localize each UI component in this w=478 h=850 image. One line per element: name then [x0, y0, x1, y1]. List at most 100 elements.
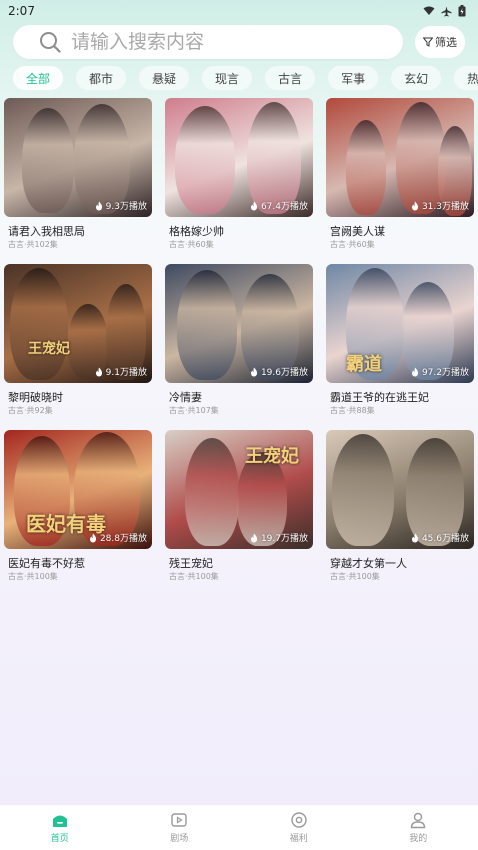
drama-card[interactable]: 王宠妃 9.1万播放黎明破晓时 古言·共92集 [4, 264, 152, 430]
drama-title[interactable]: 请君入我相思局 [8, 223, 85, 239]
drama-meta: 古言·共100集 [330, 572, 380, 581]
search-input[interactable] [71, 31, 371, 53]
category-tabs: 全部 都市 悬疑 现言 古言 军事 玄幻 热 [13, 66, 478, 90]
drama-title[interactable]: 医妃有毒不好惹 [8, 555, 85, 571]
play-count: 28.8万播放 [89, 531, 147, 544]
play-count-label: 31.3万播放 [421, 202, 469, 212]
drama-title[interactable]: 格格嫁少帅 [169, 223, 224, 239]
nav-theater-label: 剧场 [170, 834, 189, 844]
poster-figure [22, 108, 74, 213]
search-box[interactable] [13, 25, 403, 59]
tab-fantasy[interactable]: 玄幻 [391, 66, 442, 90]
play-count-label: 9.1万播放 [105, 368, 147, 378]
user-icon [411, 812, 426, 829]
drama-title[interactable]: 残王宠妃 [169, 555, 213, 571]
nav-home-label: 首页 [50, 834, 69, 844]
battery-icon [458, 5, 466, 17]
drama-meta: 古言·共60集 [330, 240, 375, 249]
status-time: 2:07 [8, 4, 35, 18]
poster-title-art: 王宠妃 [28, 341, 70, 357]
drama-meta: 古言·共107集 [169, 406, 219, 415]
drama-title[interactable]: 宫阙美人谋 [330, 223, 385, 239]
drama-poster[interactable]: 31.3万播放 [326, 98, 474, 217]
drama-title[interactable]: 霸道王爷的在逃王妃 [330, 389, 429, 405]
nav-welfare-label: 福利 [289, 834, 308, 844]
nav-home[interactable]: 首页 [0, 811, 119, 844]
play-count: 67.4万播放 [250, 199, 308, 212]
play-count-label: 67.4万播放 [260, 202, 308, 212]
drama-poster[interactable]: 67.4万播放 [165, 98, 313, 217]
drama-poster[interactable]: 医妃有毒 28.8万播放 [4, 430, 152, 549]
tab-modern-romance[interactable]: 现言 [202, 66, 253, 90]
drama-meta: 古言·共100集 [8, 572, 58, 581]
flame-icon [89, 533, 97, 542]
drama-card[interactable]: 9.3万播放 请君入我相思局 古言·共102集 [4, 98, 152, 264]
gift-icon [291, 812, 307, 828]
tab-suspense[interactable]: 悬疑 [139, 66, 190, 90]
drama-meta: 古言·共88集 [330, 406, 375, 415]
flame-icon [95, 201, 102, 210]
nav-theater[interactable]: 剧场 [120, 811, 239, 844]
filter-button[interactable]: 筛选 [415, 26, 465, 58]
search-icon [39, 31, 61, 53]
drama-title[interactable]: 冷情妻 [169, 389, 202, 405]
nav-welfare[interactable]: 福利 [239, 811, 358, 844]
poster-figure [406, 438, 464, 546]
drama-card[interactable]: 王宠妃 19.7万播放残王宠妃 古言·共100集 [165, 430, 313, 596]
status-icons [423, 5, 466, 17]
poster-figure [346, 120, 386, 215]
poster-figure [247, 102, 301, 214]
drama-card[interactable]: 67.4万播放格格嫁少帅 古言·共60集 [165, 98, 313, 264]
drama-card[interactable]: 19.6万播放冷情妻 古言·共107集 [165, 264, 313, 430]
poster-title-art: 王宠妃 [245, 446, 299, 467]
play-count: 9.1万播放 [95, 365, 147, 378]
flame-icon [250, 367, 258, 376]
drama-meta: 古言·共60集 [169, 240, 214, 249]
flame-icon [411, 367, 419, 376]
drama-poster[interactable]: 王宠妃 19.7万播放 [165, 430, 313, 549]
poster-figure [10, 268, 68, 380]
tab-military[interactable]: 军事 [328, 66, 379, 90]
drama-card[interactable]: 45.6万播放穿越才女第一人 古言·共100集 [326, 430, 474, 596]
poster-figure [332, 434, 394, 546]
poster-figure [175, 106, 235, 214]
play-count: 19.7万播放 [250, 531, 308, 544]
drama-poster[interactable]: 霸道 97.2万播放 [326, 264, 474, 383]
play-count: 9.3万播放 [95, 199, 147, 212]
drama-poster[interactable]: 王宠妃 9.1万播放 [4, 264, 152, 383]
poster-figure [177, 270, 237, 380]
play-count: 45.6万播放 [411, 531, 469, 544]
drama-title[interactable]: 穿越才女第一人 [330, 555, 407, 571]
nav-mine[interactable]: 我的 [359, 811, 478, 844]
drama-card[interactable]: 31.3万播放宫阙美人谋 古言·共60集 [326, 98, 474, 264]
play-count: 97.2万播放 [411, 365, 469, 378]
drama-poster[interactable]: 19.6万播放 [165, 264, 313, 383]
flame-icon [250, 533, 258, 542]
flame-icon [411, 201, 419, 210]
play-count-label: 19.6万播放 [260, 368, 308, 378]
nav-mine-label: 我的 [409, 834, 428, 844]
bottom-nav: 首页 剧场 福利 我的 [0, 805, 478, 850]
play-count-label: 19.7万播放 [260, 534, 308, 544]
drama-title[interactable]: 黎明破晓时 [8, 389, 63, 405]
tab-hot[interactable]: 热 [454, 66, 478, 90]
play-count: 31.3万播放 [411, 199, 469, 212]
drama-card[interactable]: 霸道 97.2万播放霸道王爷的在逃王妃 古言·共88集 [326, 264, 474, 430]
play-count-label: 28.8万播放 [99, 534, 147, 544]
drama-meta: 古言·共92集 [8, 406, 53, 415]
tab-ancient-romance[interactable]: 古言 [265, 66, 316, 90]
play-icon [171, 813, 187, 827]
drama-poster[interactable]: 9.3万播放 [4, 98, 152, 217]
tab-urban[interactable]: 都市 [76, 66, 127, 90]
flame-icon [95, 367, 102, 376]
drama-poster[interactable]: 45.6万播放 [326, 430, 474, 549]
tab-all[interactable]: 全部 [13, 66, 64, 90]
drama-meta: 古言·共100集 [169, 572, 219, 581]
drama-grid: 9.3万播放 请君入我相思局 古言·共102集 67.4万播放 格格嫁少帅 古言·共60集… [4, 98, 476, 596]
drama-card[interactable]: 医妃有毒 28.8万播放医妃有毒不好惹 古言·共100集 [4, 430, 152, 596]
play-count-label: 9.3万播放 [105, 202, 147, 212]
filter-label: 筛选 [435, 36, 457, 49]
search-row: 筛选 [13, 25, 465, 59]
poster-figure [185, 438, 239, 546]
play-count-label: 45.6万播放 [421, 534, 469, 544]
